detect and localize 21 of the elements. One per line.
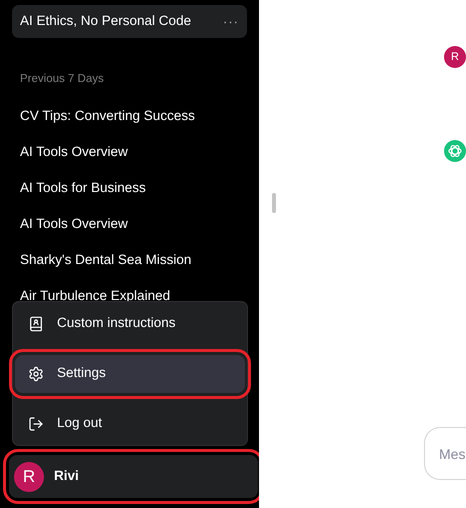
user-profile-button[interactable]: R Rivi <box>9 455 258 498</box>
chat-item[interactable]: AI Tools Overview <box>12 206 247 242</box>
menu-item[interactable]: Custom instructions <box>15 304 245 342</box>
book-icon <box>28 316 44 332</box>
user-avatar: R <box>14 462 44 492</box>
more-button[interactable]: ··· <box>223 12 239 32</box>
chat-item[interactable]: Sharky's Dental Sea Mission <box>12 242 247 278</box>
section-label: Previous 7 Days <box>20 72 105 87</box>
user-avatar: R <box>444 46 466 68</box>
menu-item[interactable]: Settings <box>15 354 245 392</box>
user-name: Rivi <box>54 467 79 486</box>
chat-title: AI Ethics, No Personal Code <box>20 12 192 30</box>
chat-item[interactable]: AI Tools Overview <box>12 134 247 170</box>
chat-item[interactable]: CV Tips: Converting Success <box>12 98 247 134</box>
message-input[interactable]: Mes <box>424 427 466 480</box>
log-out-icon <box>28 416 44 432</box>
menu-item[interactable]: Log out <box>15 404 245 442</box>
active-chat-item[interactable]: AI Ethics, No Personal Code ··· <box>12 5 247 38</box>
scrollbar-handle[interactable] <box>272 193 276 213</box>
settings-icon <box>28 366 44 382</box>
chat-item[interactable]: AI Tools for Business <box>12 170 247 206</box>
